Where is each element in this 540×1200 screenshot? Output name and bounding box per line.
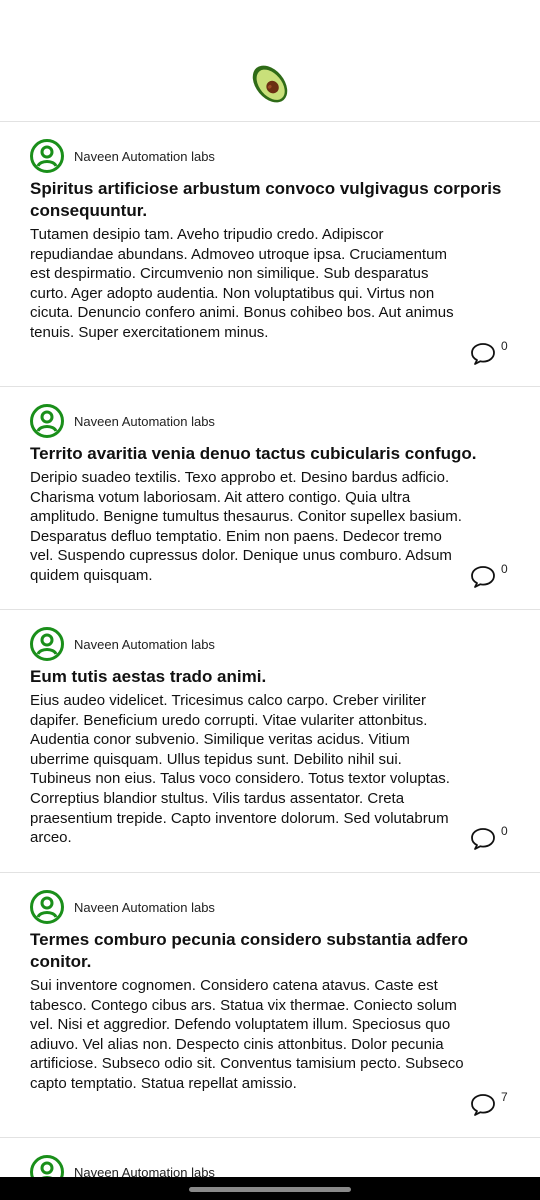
home-gesture-handle[interactable] [189, 1187, 351, 1192]
user-avatar-icon [30, 139, 64, 173]
comment-button[interactable]: 7 [470, 1090, 508, 1117]
avocado-icon [252, 65, 288, 103]
post-author[interactable]: Naveen Automation labs [74, 414, 215, 429]
app-header [0, 0, 540, 122]
comment-icon [471, 343, 495, 365]
post-author[interactable]: Naveen Automation labs [74, 637, 215, 652]
comment-count: 0 [501, 562, 508, 576]
system-nav-bar [0, 1177, 540, 1200]
post-body: Deripio suadeo textilis. Texo approbo et… [30, 469, 462, 584]
post-title[interactable]: Termes comburo pecunia considero substan… [30, 929, 510, 973]
comment-icon [471, 828, 495, 850]
comment-button[interactable]: 0 [470, 824, 508, 851]
post-title[interactable]: Spiritus artificiose arbustum convoco vu… [30, 178, 510, 222]
post-card[interactable]: Naveen Automation labs Territo avaritia … [0, 387, 540, 610]
post-author[interactable]: Naveen Automation labs [74, 900, 215, 915]
comment-icon [471, 1094, 495, 1116]
post-body: Tutamen desipio tam. Aveho tripudio cred… [30, 226, 454, 341]
user-avatar-icon [30, 404, 64, 438]
comment-button[interactable]: 0 [470, 339, 508, 366]
post-card[interactable]: Naveen Automation labs Spiritus artifici… [0, 122, 540, 387]
post-author[interactable]: Naveen Automation labs [74, 149, 215, 164]
comment-count: 0 [501, 824, 508, 838]
post-title[interactable]: Eum tutis aestas trado animi. [30, 666, 510, 688]
user-avatar-icon [30, 627, 64, 661]
comment-icon [471, 566, 495, 588]
comment-count: 0 [501, 339, 508, 353]
post-title[interactable]: Territo avaritia venia denuo tactus cubi… [30, 443, 510, 465]
post-body: Sui inventore cognomen. Considero catena… [30, 977, 464, 1092]
post-card[interactable]: Naveen Automation labs Termes comburo pe… [0, 873, 540, 1138]
comment-button[interactable]: 0 [470, 562, 508, 589]
comment-count: 7 [501, 1090, 508, 1104]
post-card[interactable]: Naveen Automation labs Eum tutis aestas … [0, 610, 540, 873]
user-avatar-icon [30, 890, 64, 924]
post-body: Eius audeo videlicet. Tricesimus calco c… [30, 692, 450, 847]
